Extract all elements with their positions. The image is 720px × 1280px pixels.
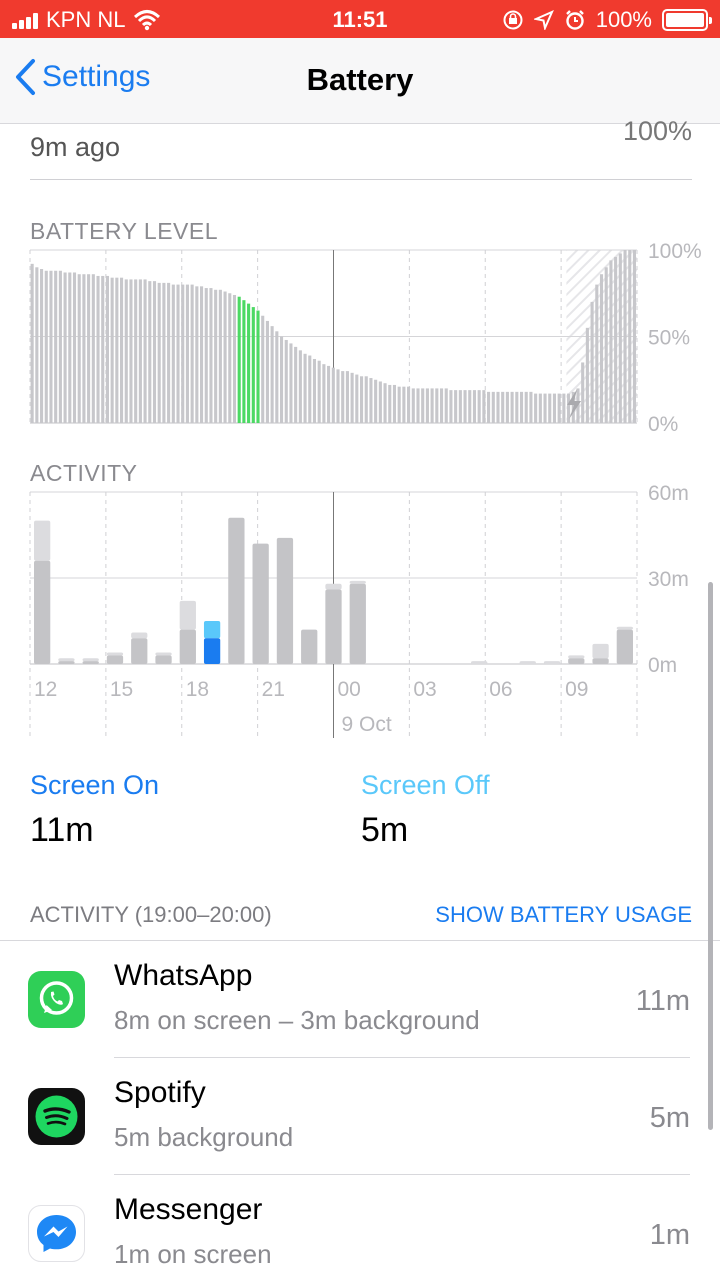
screen-on-bar: [131, 638, 148, 664]
messenger-icon: [28, 1205, 85, 1262]
scrollbar[interactable]: [708, 582, 713, 1130]
screen-off-bar: [543, 661, 561, 664]
app-detail: 1m on screen: [114, 1239, 272, 1269]
screen-on-label: Screen On: [30, 770, 160, 800]
activity-chart[interactable]: 60m 30m 0m 12 15 18 21 00 03 06 09 9 Oct: [0, 0, 720, 760]
screen-on-value: 11m: [30, 811, 94, 849]
screen-on-bar: [179, 629, 196, 664]
screen-on-bar: [301, 629, 318, 664]
y-tick-label: 60m: [648, 482, 689, 505]
screen-on-bar: [34, 560, 51, 664]
screen-off-stat: Screen Off 5m: [361, 770, 490, 850]
app-time: 1m: [649, 1219, 690, 1251]
y-tick-label: 30m: [648, 568, 689, 591]
screen-on-bar: [349, 583, 366, 664]
x-tick-label: 00: [338, 678, 361, 701]
screen-off-bar: [568, 655, 585, 659]
show-battery-usage-button[interactable]: SHOW BATTERY USAGE: [435, 902, 692, 928]
y-tick-label: 0m: [648, 654, 677, 677]
screen-off-bar: [471, 661, 488, 664]
screen-on-bar: [325, 589, 342, 664]
screen-off-bar: [82, 658, 99, 662]
app-detail: 5m background: [114, 1122, 294, 1152]
screen-off-bar: [203, 621, 221, 639]
screen-on-bar: [616, 629, 633, 664]
screen-off-bar: [592, 643, 609, 659]
date-label: 9 Oct: [342, 713, 392, 736]
list-item[interactable]: Spotify 5m background 5m: [0, 1058, 720, 1175]
list-item[interactable]: WhatsApp 8m on screen – 3m background 11…: [0, 941, 720, 1058]
screen-on-bar: [568, 658, 585, 664]
spotify-icon: [28, 1088, 85, 1145]
app-usage-list: WhatsApp 8m on screen – 3m background 11…: [0, 940, 720, 1280]
screen-off-bar: [155, 652, 172, 656]
screen-off-bar: [349, 580, 366, 584]
list-item[interactable]: Messenger 1m on screen 1m: [0, 1175, 720, 1280]
app-time: 11m: [635, 985, 690, 1017]
app-name: WhatsApp: [114, 959, 253, 992]
screen-off-bar: [34, 520, 51, 561]
x-tick-label: 09: [565, 678, 588, 701]
app-detail: 8m on screen – 3m background: [114, 1005, 480, 1035]
screen-off-bar: [179, 600, 196, 630]
x-tick-label: 18: [186, 678, 209, 701]
screen-off-bar: [106, 652, 124, 656]
screen-off-bar: [616, 626, 633, 630]
screen-off-value: 5m: [361, 811, 409, 849]
app-name: Messenger: [114, 1193, 263, 1226]
screen-off-bar: [131, 632, 148, 639]
screen-off-bar: [325, 583, 342, 590]
screen-on-bar: [592, 658, 609, 664]
app-time: 5m: [649, 1102, 690, 1134]
activity-range-label: ACTIVITY (19:00–20:00): [30, 902, 272, 927]
screen-on-bar: [276, 537, 294, 664]
activity-section-header: ACTIVITY (19:00–20:00) SHOW BATTERY USAG…: [30, 902, 692, 928]
screen-on-bar: [58, 661, 75, 664]
x-tick-label: 21: [262, 678, 285, 701]
app-name: Spotify: [114, 1076, 206, 1109]
screen-on-stat: Screen On 11m: [30, 770, 159, 850]
screen-on-bar: [106, 655, 124, 664]
x-tick-label: 12: [34, 678, 57, 701]
screen-on-bar: [82, 661, 99, 664]
whatsapp-icon: [28, 971, 85, 1028]
screen-on-bar: [252, 543, 269, 664]
screen-on-bar: [155, 655, 172, 664]
x-tick-label: 03: [413, 678, 436, 701]
screen-off-bar: [519, 661, 536, 664]
x-tick-label: 15: [110, 678, 133, 701]
screen-off-label: Screen Off: [361, 770, 490, 800]
screen-on-bar: [203, 638, 221, 664]
screen-on-bar: [228, 517, 245, 664]
x-tick-label: 06: [489, 678, 512, 701]
screen-off-bar: [58, 658, 75, 662]
